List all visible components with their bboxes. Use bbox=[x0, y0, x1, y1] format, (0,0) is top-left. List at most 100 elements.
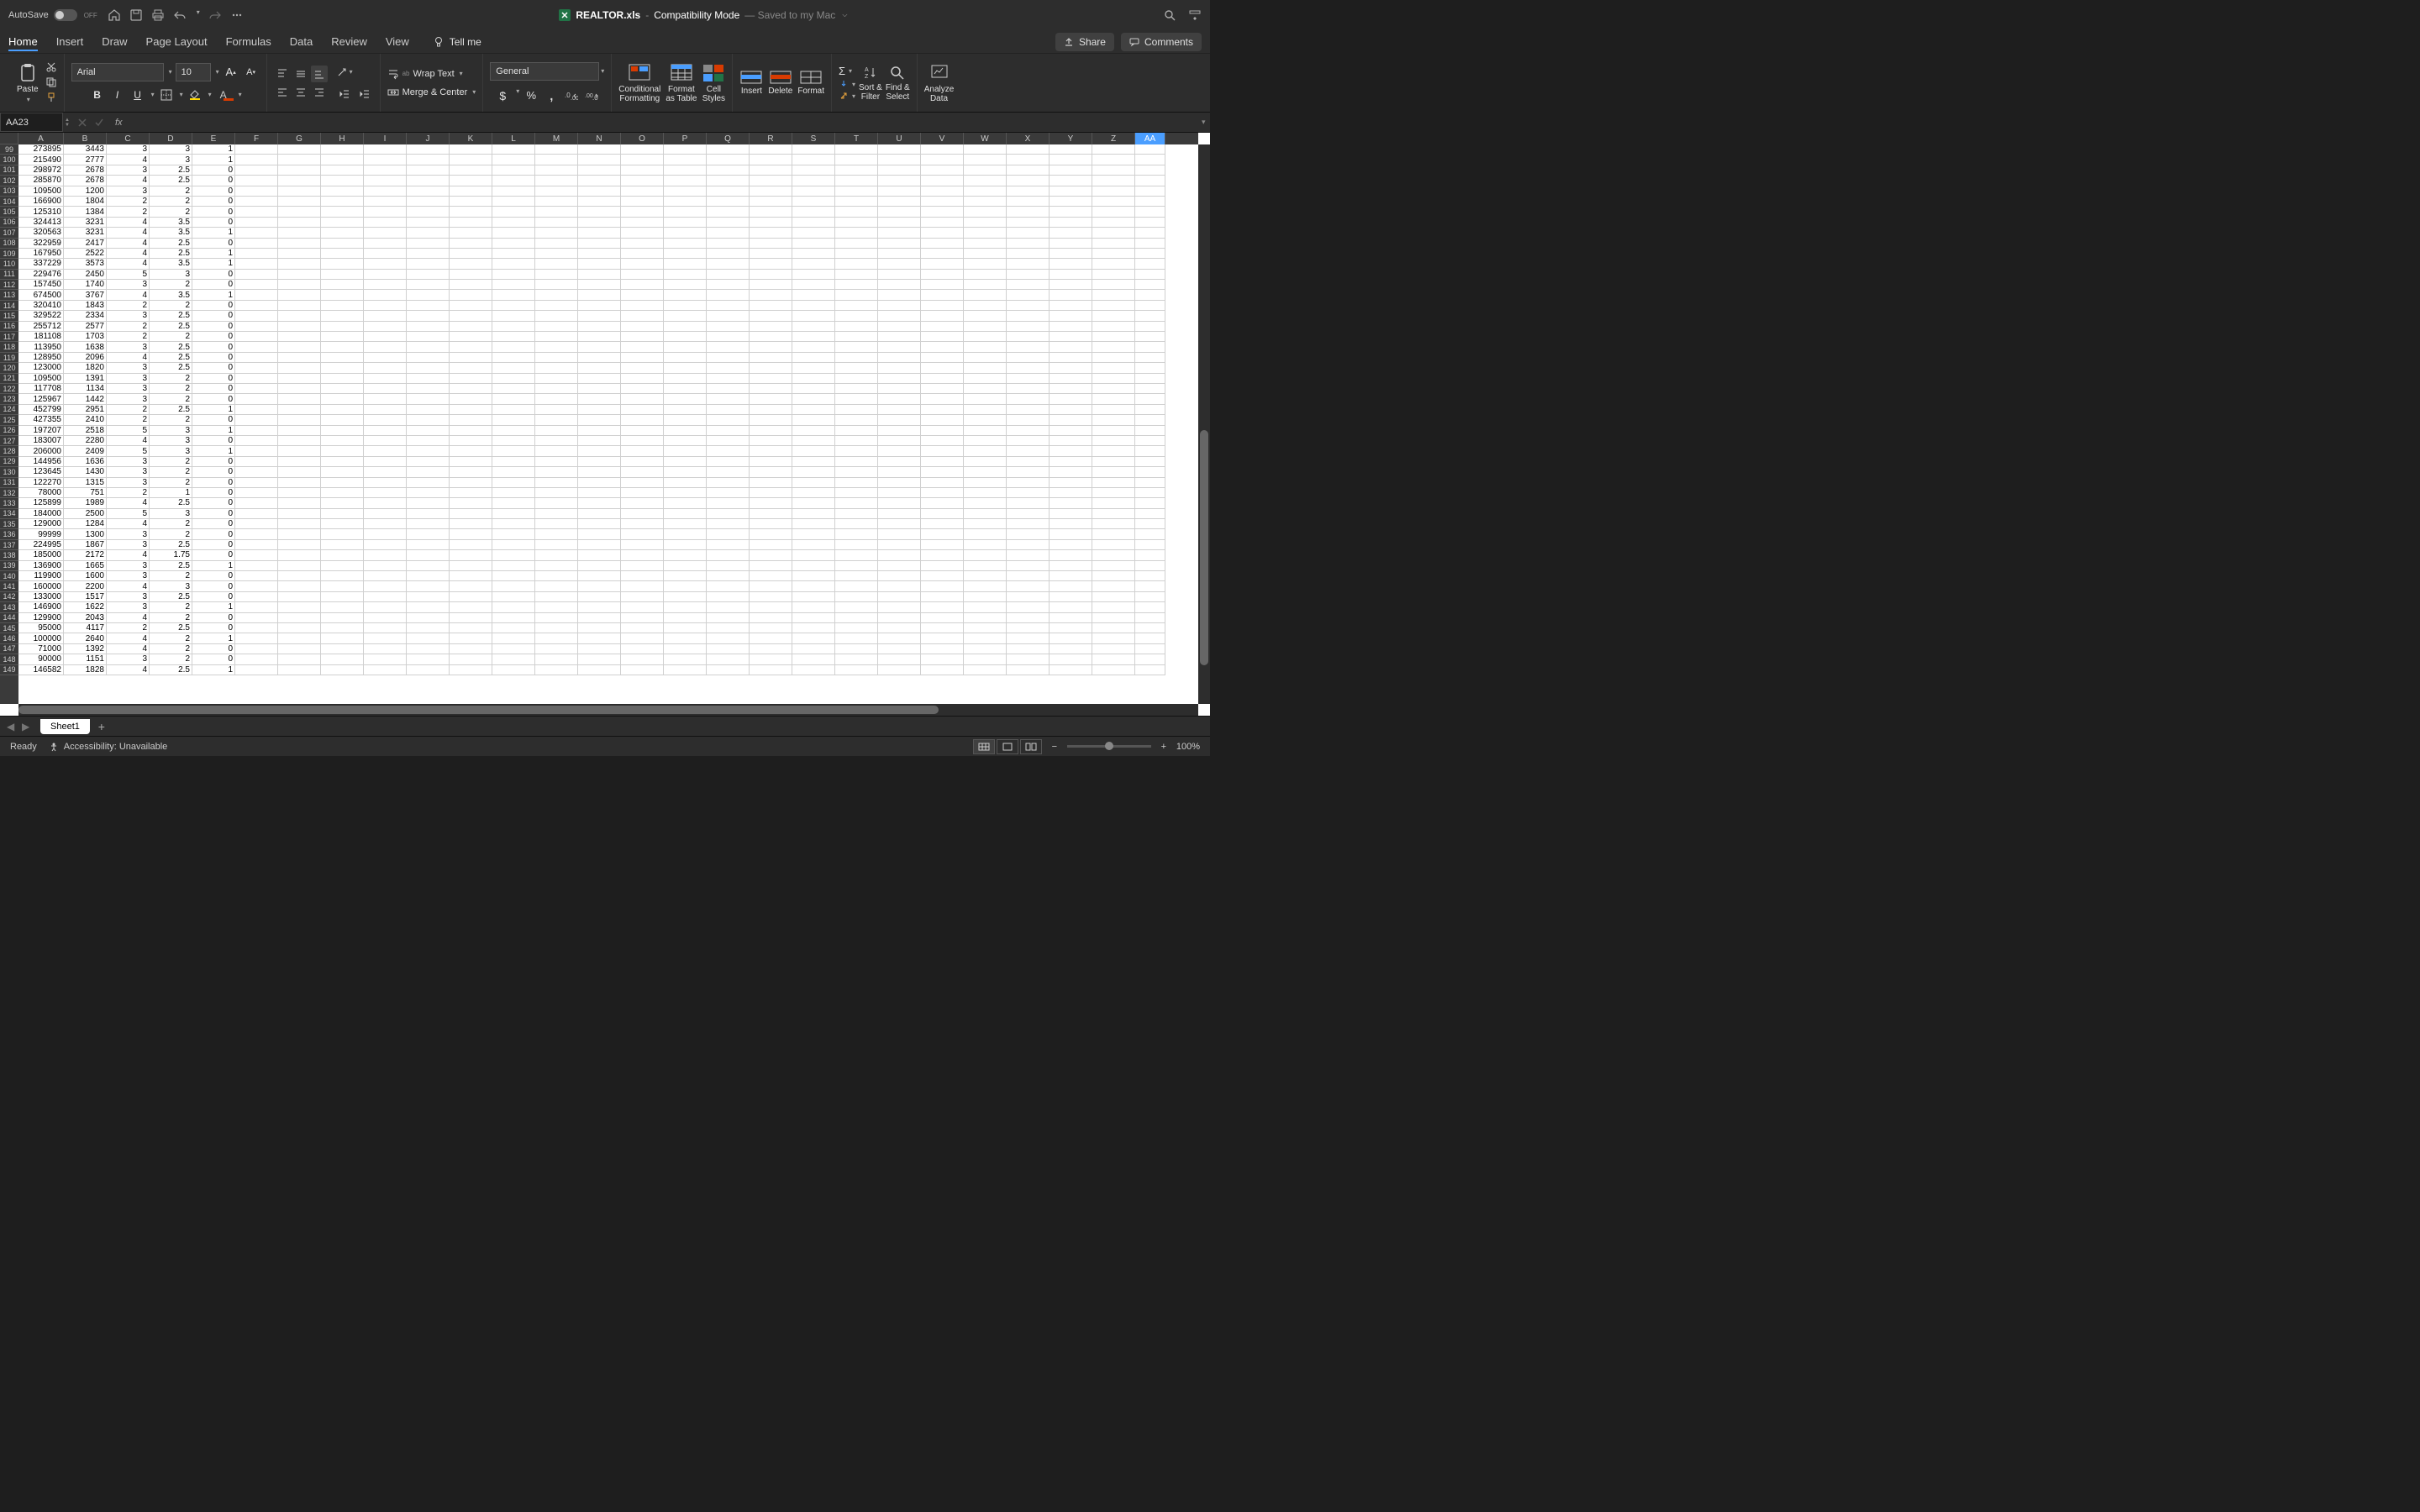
cell[interactable] bbox=[878, 144, 921, 155]
cell[interactable] bbox=[1050, 457, 1092, 467]
cell[interactable] bbox=[492, 415, 535, 425]
cell[interactable]: 1134 bbox=[64, 384, 107, 394]
cell[interactable] bbox=[321, 529, 364, 539]
cell[interactable] bbox=[835, 280, 878, 290]
cell[interactable] bbox=[364, 218, 407, 228]
cell[interactable] bbox=[278, 457, 321, 467]
cell[interactable] bbox=[364, 550, 407, 560]
cell[interactable] bbox=[835, 457, 878, 467]
cell[interactable] bbox=[1135, 176, 1165, 186]
cell[interactable] bbox=[535, 633, 578, 643]
cell[interactable] bbox=[235, 550, 278, 560]
cell[interactable] bbox=[278, 581, 321, 591]
cell[interactable] bbox=[535, 426, 578, 436]
cell[interactable] bbox=[964, 144, 1007, 155]
cell[interactable] bbox=[750, 581, 792, 591]
cell[interactable] bbox=[835, 270, 878, 280]
cell[interactable] bbox=[578, 207, 621, 217]
cell[interactable] bbox=[278, 197, 321, 207]
cell[interactable]: 229476 bbox=[18, 270, 64, 280]
cell[interactable] bbox=[407, 613, 450, 623]
cell[interactable] bbox=[321, 374, 364, 384]
cell[interactable] bbox=[364, 228, 407, 238]
cell[interactable] bbox=[364, 446, 407, 456]
cell[interactable] bbox=[921, 581, 964, 591]
row-header[interactable]: 116 bbox=[0, 322, 18, 332]
page-layout-view-icon[interactable] bbox=[997, 739, 1018, 754]
italic-button[interactable]: I bbox=[109, 87, 126, 103]
cell[interactable]: 2 bbox=[150, 457, 192, 467]
cell[interactable] bbox=[492, 342, 535, 352]
row-header[interactable]: 115 bbox=[0, 311, 18, 321]
cell[interactable] bbox=[664, 426, 707, 436]
cell[interactable] bbox=[278, 446, 321, 456]
cell-styles-button[interactable]: Cell Styles bbox=[702, 63, 725, 103]
cell[interactable] bbox=[407, 405, 450, 415]
cell[interactable] bbox=[321, 270, 364, 280]
cell[interactable] bbox=[1007, 529, 1050, 539]
cell[interactable]: 0 bbox=[192, 353, 235, 363]
cell[interactable] bbox=[878, 301, 921, 311]
cell[interactable] bbox=[664, 322, 707, 332]
cell[interactable] bbox=[792, 353, 835, 363]
cell[interactable] bbox=[664, 270, 707, 280]
cell[interactable] bbox=[964, 529, 1007, 539]
cell[interactable] bbox=[921, 571, 964, 581]
cell[interactable]: 3 bbox=[107, 280, 150, 290]
cell[interactable] bbox=[535, 311, 578, 321]
cell[interactable] bbox=[621, 415, 664, 425]
cell[interactable] bbox=[450, 644, 492, 654]
cell[interactable] bbox=[450, 197, 492, 207]
cell[interactable] bbox=[407, 654, 450, 664]
cell[interactable] bbox=[750, 301, 792, 311]
cell[interactable]: 109500 bbox=[18, 186, 64, 197]
cell[interactable] bbox=[407, 478, 450, 488]
cell[interactable] bbox=[492, 488, 535, 498]
cell[interactable] bbox=[1092, 467, 1135, 477]
cell[interactable] bbox=[1092, 529, 1135, 539]
cell[interactable] bbox=[535, 332, 578, 342]
cell[interactable] bbox=[835, 529, 878, 539]
cell[interactable] bbox=[707, 239, 750, 249]
cell[interactable] bbox=[578, 228, 621, 238]
cell[interactable] bbox=[1092, 571, 1135, 581]
cell[interactable]: 125899 bbox=[18, 498, 64, 508]
cell[interactable]: 0 bbox=[192, 592, 235, 602]
cell[interactable] bbox=[878, 176, 921, 186]
cell[interactable] bbox=[835, 374, 878, 384]
cell[interactable]: 3 bbox=[107, 467, 150, 477]
cell[interactable] bbox=[364, 290, 407, 300]
cell[interactable]: 2.5 bbox=[150, 249, 192, 259]
cell[interactable] bbox=[878, 613, 921, 623]
cell[interactable] bbox=[1007, 498, 1050, 508]
cell[interactable] bbox=[664, 311, 707, 321]
cell[interactable]: 2.5 bbox=[150, 165, 192, 176]
cell[interactable] bbox=[321, 623, 364, 633]
cell[interactable] bbox=[707, 581, 750, 591]
cell[interactable]: 2 bbox=[150, 332, 192, 342]
cell[interactable] bbox=[964, 301, 1007, 311]
cell[interactable] bbox=[792, 654, 835, 664]
cell[interactable] bbox=[235, 623, 278, 633]
cell[interactable] bbox=[321, 197, 364, 207]
cell[interactable] bbox=[1007, 259, 1050, 269]
cell[interactable] bbox=[1007, 249, 1050, 259]
cell[interactable] bbox=[321, 405, 364, 415]
cell[interactable]: 3 bbox=[107, 363, 150, 373]
cell[interactable] bbox=[321, 457, 364, 467]
cell[interactable] bbox=[235, 353, 278, 363]
cell[interactable] bbox=[450, 571, 492, 581]
cell[interactable] bbox=[750, 363, 792, 373]
column-header-m[interactable]: M bbox=[535, 133, 578, 144]
cell[interactable] bbox=[707, 498, 750, 508]
cell[interactable] bbox=[535, 322, 578, 332]
cell[interactable]: 2417 bbox=[64, 239, 107, 249]
cell[interactable] bbox=[878, 259, 921, 269]
cell[interactable] bbox=[278, 394, 321, 404]
cell[interactable] bbox=[492, 457, 535, 467]
cell[interactable] bbox=[578, 529, 621, 539]
cell[interactable]: 0 bbox=[192, 623, 235, 633]
cell[interactable]: 1 bbox=[192, 405, 235, 415]
cell[interactable] bbox=[921, 259, 964, 269]
cell[interactable] bbox=[1135, 374, 1165, 384]
